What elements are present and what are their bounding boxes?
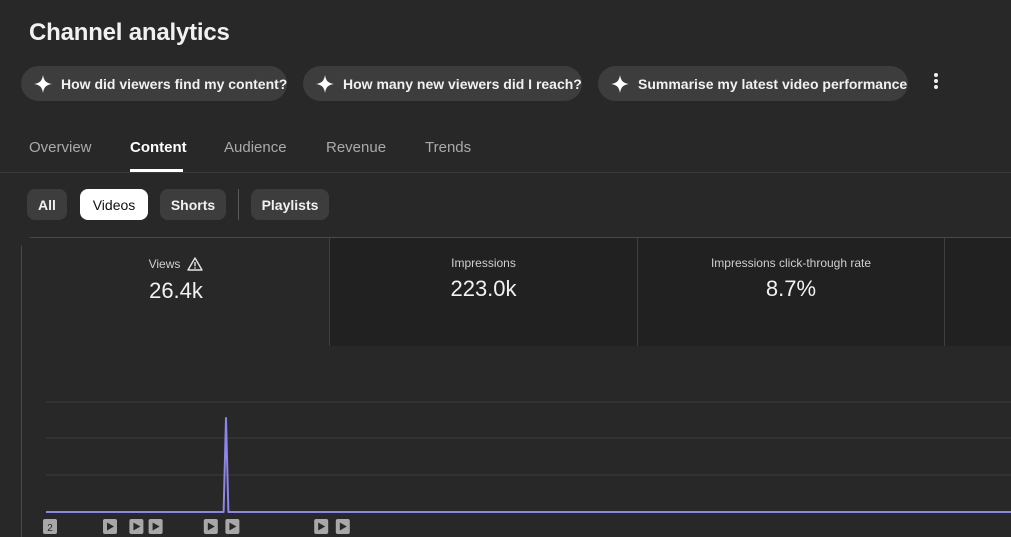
tab-audience[interactable]: Audience: [224, 139, 287, 156]
filter-divider: [238, 189, 239, 220]
metric-label-row: Views: [22, 256, 330, 272]
filter-shorts[interactable]: Shorts: [160, 189, 226, 220]
suggestion-chip-label: How many new viewers did I reach?: [343, 75, 582, 92]
sparkle-icon: [610, 74, 630, 94]
tab-overview[interactable]: Overview: [29, 139, 92, 156]
suggestion-chip-find-content[interactable]: How did viewers find my content?: [21, 66, 287, 101]
metric-value: 26.4k: [149, 278, 203, 303]
filter-playlists[interactable]: Playlists: [251, 189, 329, 220]
metric-impressions[interactable]: Impressions 223.0k: [330, 238, 637, 346]
channel-analytics-page: Channel analytics How did viewers find m…: [0, 0, 1011, 537]
video-marker-count: 2: [47, 523, 53, 534]
tabs-divider: [0, 172, 1011, 173]
filter-all[interactable]: All: [27, 189, 67, 220]
video-marker[interactable]: [148, 519, 163, 534]
tab-trends[interactable]: Trends: [425, 139, 471, 156]
metric-views[interactable]: Views 26.4k: [22, 238, 330, 346]
video-marker[interactable]: [335, 519, 350, 534]
video-marker[interactable]: [314, 519, 329, 534]
sparkle-icon: [33, 74, 53, 94]
more-options-button[interactable]: [922, 66, 950, 96]
video-marker[interactable]: [103, 519, 117, 534]
page-title: Channel analytics: [29, 19, 230, 46]
metric-value: 8.7%: [765, 276, 817, 301]
tab-revenue[interactable]: Revenue: [326, 139, 386, 156]
metric-label-row: Impressions: [330, 256, 637, 270]
video-marker[interactable]: [129, 519, 144, 534]
metric-label: Impressions click-through rate: [710, 256, 872, 270]
warning-triangle-icon[interactable]: [187, 256, 204, 272]
metric-label: Views: [148, 257, 181, 271]
suggestion-chip-latest-video[interactable]: Summarise my latest video performance: [598, 66, 908, 101]
sparkle-icon: [315, 74, 335, 94]
more-vertical-icon: [934, 73, 938, 89]
filter-videos[interactable]: Videos: [80, 189, 148, 220]
video-marker[interactable]: [225, 519, 240, 534]
metric-ctr[interactable]: Impressions click-through rate 8.7%: [638, 238, 944, 346]
suggestion-chip-label: How did viewers find my content?: [61, 75, 288, 92]
metric-value: 223.0k: [450, 276, 517, 301]
metric-partial[interactable]: [945, 238, 1011, 346]
metric-label: Impressions: [451, 256, 516, 270]
suggestion-chip-label: Summarise my latest video performance: [638, 75, 908, 92]
metric-label-row: Impressions click-through rate: [638, 256, 944, 270]
suggestion-chip-new-viewers[interactable]: How many new viewers did I reach?: [303, 66, 582, 101]
tab-content[interactable]: Content: [130, 139, 187, 156]
video-marker[interactable]: 2: [43, 519, 57, 534]
video-marker[interactable]: [203, 519, 218, 534]
